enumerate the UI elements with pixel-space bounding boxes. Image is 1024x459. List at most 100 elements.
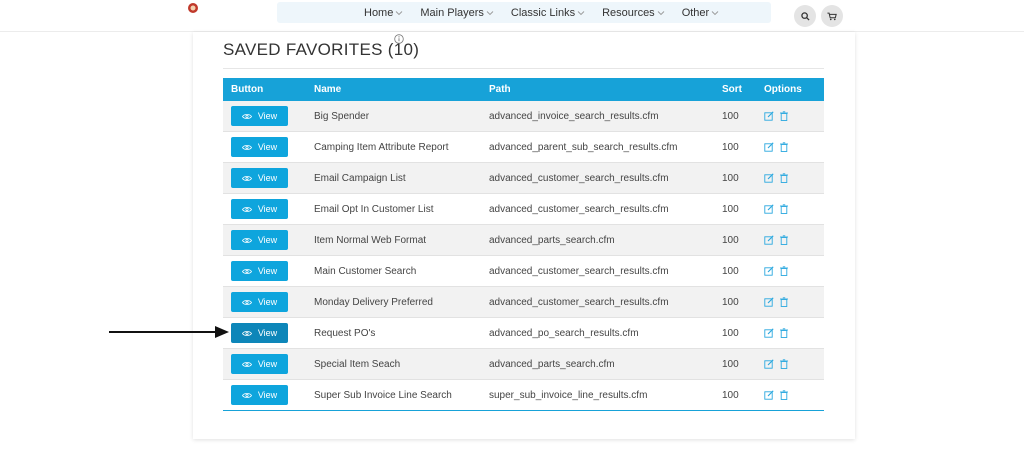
trash-icon[interactable] [779, 297, 789, 307]
view-button[interactable]: View [231, 137, 288, 157]
nav-resources[interactable]: Resources [602, 7, 665, 19]
info-icon[interactable] [394, 34, 404, 44]
header-name: Name [314, 84, 342, 95]
view-button-label: View [257, 266, 278, 276]
view-button[interactable]: View [231, 323, 288, 343]
eye-icon [241, 268, 252, 274]
nav-item-label: Classic Links [510, 6, 576, 19]
nav-other[interactable]: Other [682, 7, 720, 19]
trash-icon[interactable] [779, 266, 789, 276]
view-button[interactable]: View [231, 354, 288, 374]
path-cell: advanced_invoice_search_results.cfm [489, 110, 659, 122]
name-cell: Super Sub Invoice Line Search [314, 389, 452, 401]
table-row: View Camping Item Attribute Report advance… [223, 132, 824, 163]
favorites-table: Button Name Path Sort Options View Big Sp… [223, 78, 824, 411]
sort-cell: 100 [722, 110, 739, 122]
edit-icon[interactable] [764, 235, 774, 245]
top-bar: Home Main Players Classic Links Resources Ot… [0, 0, 1024, 32]
trash-icon[interactable] [779, 328, 789, 338]
view-button[interactable]: View [231, 292, 288, 312]
table-row: View Special Item Seach advanced_parts_sea… [223, 349, 824, 380]
nav-main-players[interactable]: Main Players [420, 7, 494, 19]
name-cell: Email Campaign List [314, 172, 406, 184]
trash-icon[interactable] [779, 111, 789, 121]
view-button[interactable]: View [231, 106, 288, 126]
button-cell: View [223, 106, 314, 126]
trash-icon[interactable] [779, 390, 789, 400]
search-icon [800, 11, 810, 21]
nav-home[interactable]: Home [364, 7, 403, 19]
header-button: Button [231, 84, 264, 95]
view-button[interactable]: View [231, 230, 288, 250]
button-cell: View [223, 354, 314, 374]
header-path: Path [489, 84, 511, 95]
view-button[interactable]: View [231, 168, 288, 188]
options-cell [764, 266, 824, 276]
button-cell: View [223, 385, 314, 405]
button-cell: View [223, 168, 314, 188]
sort-cell: 100 [722, 296, 739, 308]
view-button[interactable]: View [231, 385, 288, 405]
trash-icon[interactable] [779, 142, 789, 152]
cart-icon [827, 12, 837, 20]
eye-icon [241, 330, 252, 336]
brand-logo-icon[interactable] [187, 2, 199, 14]
view-button-label: View [257, 390, 278, 400]
view-button[interactable]: View [231, 199, 288, 219]
table-row: View Monday Delivery Preferred advanced_cu… [223, 287, 824, 318]
name-cell: Camping Item Attribute Report [314, 141, 449, 153]
button-cell: View [223, 137, 314, 157]
path-cell: advanced_parts_search.cfm [489, 234, 615, 246]
path-cell: super_sub_invoice_line_results.cfm [489, 389, 648, 401]
edit-icon[interactable] [764, 297, 774, 307]
table-row: View Item Normal Web Format advanced_parts… [223, 225, 824, 256]
header-sort: Sort [722, 84, 742, 95]
options-cell [764, 359, 824, 369]
trash-icon[interactable] [779, 173, 789, 183]
cart-button[interactable] [821, 5, 843, 27]
chevron-down-icon [657, 10, 665, 15]
main-nav: Home Main Players Classic Links Resources Ot… [277, 2, 771, 23]
title-divider [223, 68, 824, 69]
options-cell [764, 235, 824, 245]
view-button-label: View [257, 111, 278, 121]
edit-icon[interactable] [764, 173, 774, 183]
path-cell: advanced_customer_search_results.cfm [489, 172, 669, 184]
edit-icon[interactable] [764, 204, 774, 214]
eye-icon [241, 113, 252, 119]
edit-icon[interactable] [764, 359, 774, 369]
options-cell [764, 111, 824, 121]
path-cell: advanced_customer_search_results.cfm [489, 265, 669, 277]
table-row: View Main Customer Search advanced_custome… [223, 256, 824, 287]
edit-icon[interactable] [764, 111, 774, 121]
edit-icon[interactable] [764, 142, 774, 152]
edit-icon[interactable] [764, 266, 774, 276]
table-row: View Request PO's advanced_po_search_resul… [223, 318, 824, 349]
view-button-label: View [257, 328, 278, 338]
view-button[interactable]: View [231, 261, 288, 281]
edit-icon[interactable] [764, 328, 774, 338]
trash-icon[interactable] [779, 235, 789, 245]
table-row: View Email Campaign List advanced_customer… [223, 163, 824, 194]
sort-cell: 100 [722, 172, 739, 184]
trash-icon[interactable] [779, 359, 789, 369]
pointer-arrow-icon [109, 326, 229, 338]
nav-classic-links[interactable]: Classic Links [511, 7, 585, 19]
sort-cell: 100 [722, 265, 739, 277]
button-cell: View [223, 230, 314, 250]
path-cell: advanced_parent_sub_search_results.cfm [489, 141, 678, 153]
chevron-down-icon [577, 10, 585, 15]
trash-icon[interactable] [779, 204, 789, 214]
eye-icon [241, 392, 252, 398]
nav-item-label: Resources [602, 6, 655, 19]
options-cell [764, 328, 824, 338]
path-cell: advanced_customer_search_results.cfm [489, 296, 669, 308]
eye-icon [241, 144, 252, 150]
view-button-label: View [257, 204, 278, 214]
view-button-label: View [257, 142, 278, 152]
search-button[interactable] [794, 5, 816, 27]
edit-icon[interactable] [764, 390, 774, 400]
path-cell: advanced_po_search_results.cfm [489, 327, 639, 339]
name-cell: Monday Delivery Preferred [314, 296, 433, 308]
path-cell: advanced_customer_search_results.cfm [489, 203, 669, 215]
